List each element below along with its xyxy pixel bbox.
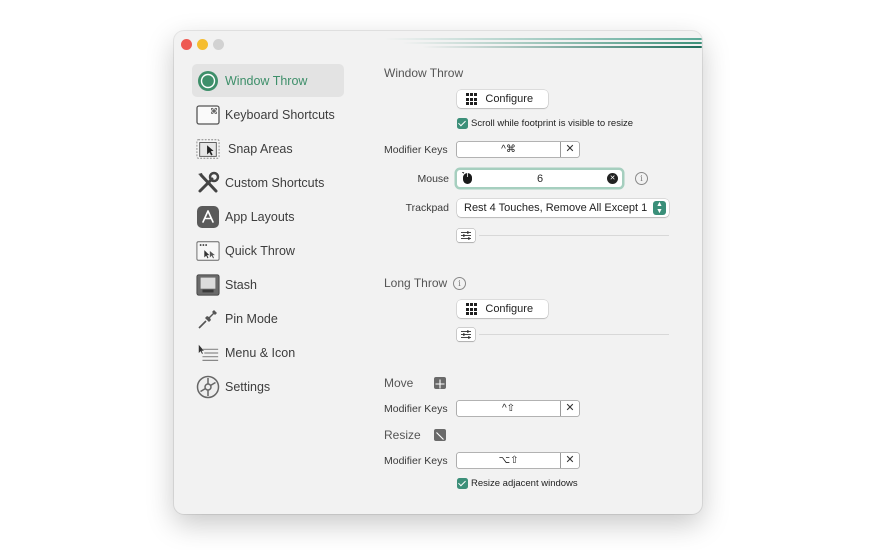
minimize-window-button[interactable] — [197, 39, 208, 50]
sidebar-item-stash[interactable]: Stash — [192, 268, 344, 301]
sidebar-item-keyboard-shortcuts[interactable]: ⌘ Keyboard Shortcuts — [192, 98, 344, 131]
resize-adjacent-checkbox[interactable]: Resize adjacent windows — [457, 478, 578, 489]
checkbox-checked[interactable] — [457, 118, 468, 129]
sidebar-item-label: Stash — [225, 277, 257, 292]
stash-icon — [196, 273, 220, 297]
pin-icon — [196, 307, 220, 331]
mouse-label: Mouse — [417, 173, 449, 185]
sidebar-item-label: Pin Mode — [225, 311, 278, 326]
quick-throw-icon — [196, 239, 220, 263]
trackpad-label: Trackpad — [405, 202, 449, 214]
sidebar-item-label: Custom Shortcuts — [225, 175, 325, 190]
long-throw-options-button[interactable] — [457, 328, 475, 341]
snap-areas-icon — [196, 137, 220, 161]
sidebar-item-menu-icon[interactable]: Menu & Icon — [192, 336, 344, 369]
sidebar-item-snap-areas[interactable]: Snap Areas — [192, 132, 344, 165]
preferences-window: Window Throw ⌘ Keyboard Shortcuts Snap A… — [174, 31, 702, 514]
configure-label: Configure — [485, 93, 534, 105]
modifier-keys-value: ^⇧ — [457, 401, 561, 416]
sidebar-item-window-throw[interactable]: Window Throw — [192, 64, 344, 97]
custom-shortcuts-icon — [196, 171, 220, 195]
clear-icon[interactable]: ✕ — [561, 142, 579, 157]
sidebar-item-label: Keyboard Shortcuts — [225, 107, 335, 122]
clear-circle-icon[interactable]: ✕ — [607, 173, 618, 184]
sidebar-item-pin-mode[interactable]: Pin Mode — [192, 302, 344, 335]
svg-text:⌘: ⌘ — [210, 107, 218, 116]
modifier-keys-label: Modifier Keys — [384, 455, 448, 467]
trackpad-popup[interactable]: Rest 4 Touches, Remove All Except 1 ▲ ▼ — [457, 199, 669, 217]
checkbox-label: Scroll while footprint is visible to res… — [471, 118, 634, 129]
long-throw-configure-button[interactable]: Configure — [457, 300, 548, 318]
window-throw-configure-button[interactable]: Configure — [457, 90, 548, 108]
sliders-icon — [461, 231, 471, 240]
info-icon[interactable]: i — [635, 172, 648, 185]
section-title-long-throw: Long Throw — [384, 276, 448, 290]
section-title-move: Move — [384, 376, 414, 390]
mouse-value: 6 — [536, 172, 544, 185]
sidebar-item-app-layouts[interactable]: App Layouts — [192, 200, 344, 233]
sliders-icon — [461, 330, 471, 339]
mouse-icon — [462, 172, 473, 185]
configure-label: Configure — [485, 303, 534, 315]
info-icon[interactable]: i — [453, 277, 466, 290]
window-throw-modifier-keys-field[interactable]: ^⌘ ✕ — [457, 142, 579, 157]
sidebar-item-label: Settings — [225, 379, 271, 394]
zoom-window-button[interactable] — [213, 39, 224, 50]
modifier-keys-label: Modifier Keys — [384, 144, 448, 156]
mouse-button-field[interactable]: 6 ✕ — [457, 170, 622, 187]
app-layouts-icon — [196, 205, 220, 229]
modifier-keys-value: ^⌘ — [457, 142, 561, 157]
scroll-resize-checkbox[interactable]: Scroll while footprint is visible to res… — [457, 118, 633, 129]
grid-icon — [466, 303, 478, 315]
grid-icon — [466, 93, 478, 105]
window-throw-icon — [196, 69, 220, 93]
sidebar-item-quick-throw[interactable]: Quick Throw — [192, 234, 344, 267]
section-title-window-throw: Window Throw — [384, 66, 464, 80]
modifier-keys-value: ⌥⇧ — [457, 453, 561, 468]
sidebar-item-custom-shortcuts[interactable]: Custom Shortcuts — [192, 166, 344, 199]
sidebar-item-settings[interactable]: Settings — [192, 370, 344, 403]
section-title-resize: Resize — [384, 428, 421, 442]
menu-icon-icon — [196, 341, 220, 365]
divider — [479, 334, 669, 335]
divider — [479, 235, 669, 236]
sidebar-item-label: Quick Throw — [225, 243, 295, 258]
sidebar-item-label: App Layouts — [225, 209, 295, 224]
move-icon — [434, 377, 446, 389]
checkbox-label: Resize adjacent windows — [471, 478, 578, 489]
content-pane: Window Throw Configure Scroll while foot… — [384, 31, 702, 514]
sidebar-item-label: Menu & Icon — [225, 345, 296, 360]
resize-modifier-keys-field[interactable]: ⌥⇧ ✕ — [457, 453, 579, 468]
sidebar-item-label: Snap Areas — [228, 141, 293, 156]
modifier-keys-label: Modifier Keys — [384, 403, 448, 415]
chevron-up-down-icon: ▲ ▼ — [653, 201, 666, 215]
window-throw-options-button[interactable] — [457, 229, 475, 242]
clear-icon[interactable]: ✕ — [561, 401, 579, 416]
gear-icon — [196, 375, 220, 399]
resize-icon — [434, 429, 446, 441]
checkbox-checked[interactable] — [457, 478, 468, 489]
close-window-button[interactable] — [181, 39, 192, 50]
move-modifier-keys-field[interactable]: ^⇧ ✕ — [457, 401, 579, 416]
clear-icon[interactable]: ✕ — [561, 453, 579, 468]
keyboard-shortcuts-icon: ⌘ — [196, 103, 220, 127]
sidebar-item-label: Window Throw — [225, 73, 308, 88]
trackpad-value: Rest 4 Touches, Remove All Except 1 — [464, 202, 648, 214]
